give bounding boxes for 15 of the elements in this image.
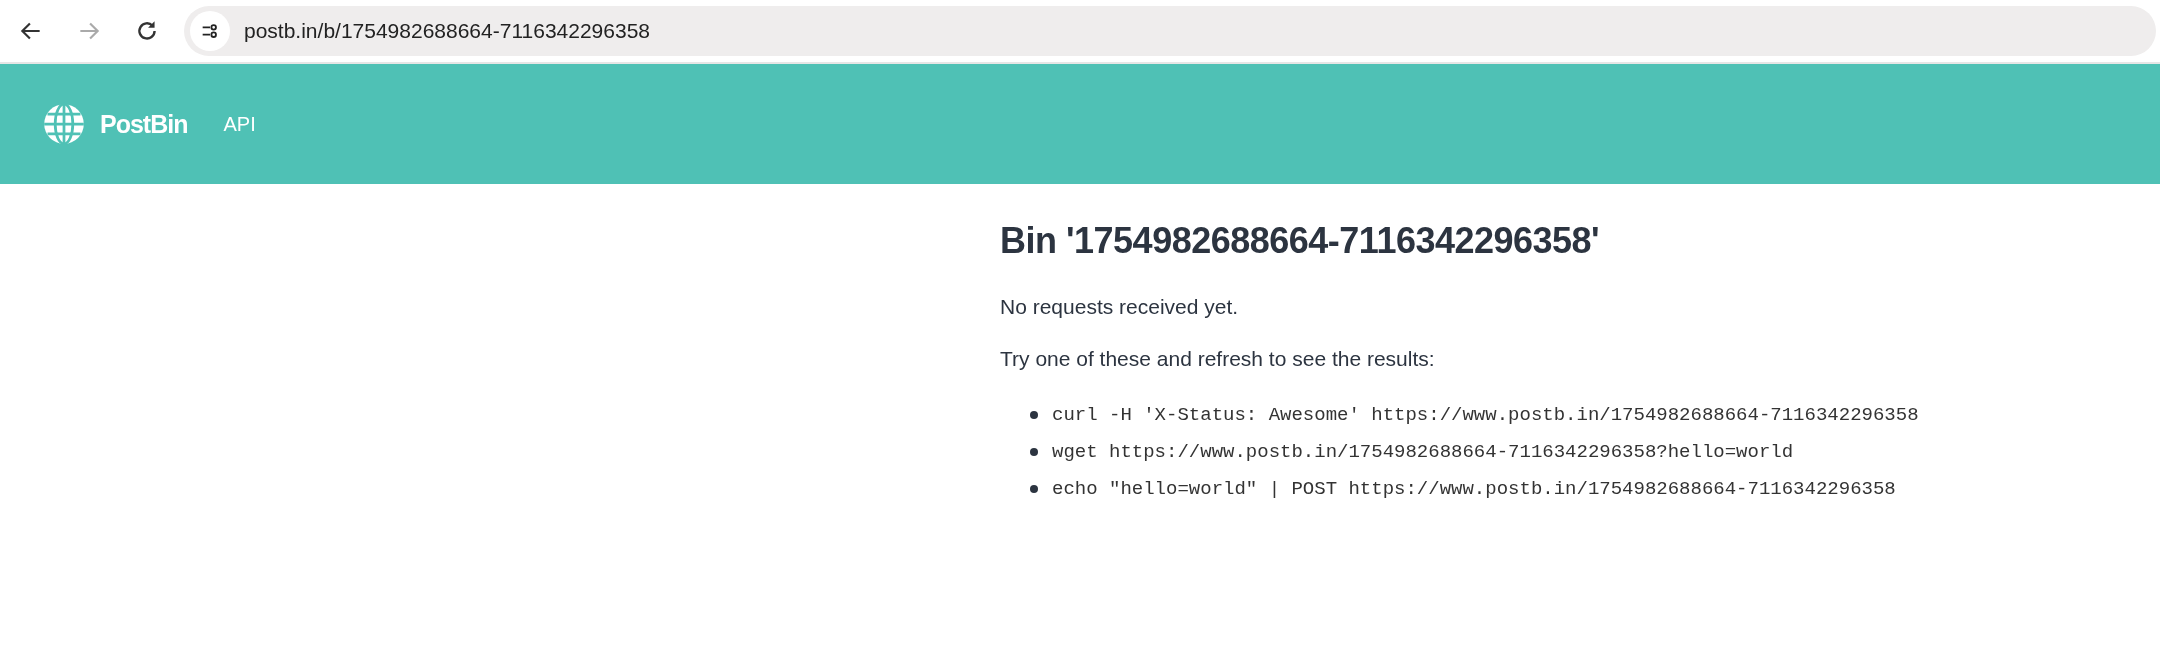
globe-icon [42,102,86,146]
command-text: wget https://www.postb.in/1754982688664-7116342296358?hello=world [1052,440,1794,463]
site-settings-icon[interactable] [190,11,230,51]
command-text: echo "hello=world" | POST https://www.postb.in/1754982688664-7116342296358 [1052,477,1896,500]
bin-title: Bin '1754982688664-7116342296358' [1000,220,1601,262]
bullet-icon [1030,484,1038,493]
url-text: postb.in/b/1754982688664-7116342296358 [244,19,650,43]
nav-link[interactable]: API [223,112,256,136]
brand-link[interactable]: PostBin [100,109,188,139]
bullet-icon [1030,410,1038,419]
bullet-icon [1030,447,1038,456]
status-text: No requests received yet. [1000,294,1240,320]
address-bar[interactable]: postb.in/b/1754982688664-7116342296358 [184,6,2156,56]
command-text: curl -H 'X-Status: Awesome' https://www.postb.in/1754982688664-7116342296358 [1052,403,1919,426]
instructions-text: Try one of these and refresh to see the results: [1000,346,1436,372]
